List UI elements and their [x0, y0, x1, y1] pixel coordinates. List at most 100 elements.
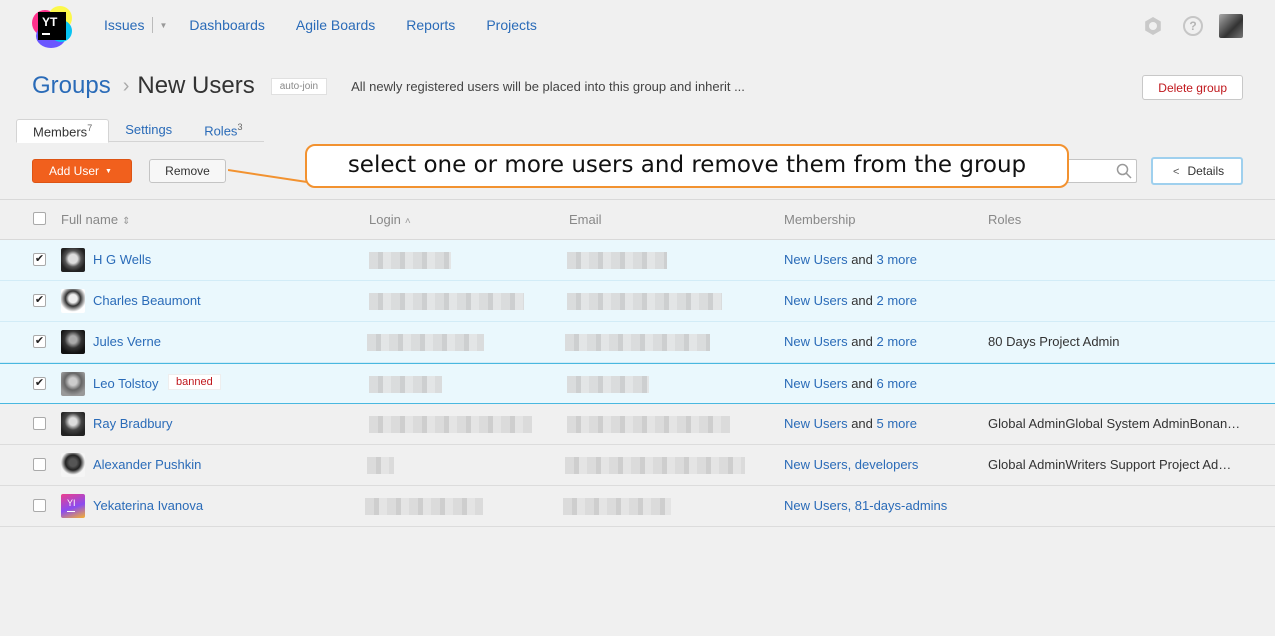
membership-group-link[interactable]: New Users, 81-days-admins	[784, 498, 947, 513]
membership-group-link[interactable]: New Users	[784, 293, 848, 308]
membership-group-link[interactable]: New Users	[784, 252, 848, 267]
membership-more-link[interactable]: 3 more	[877, 252, 917, 267]
user-name-link[interactable]: Charles Beaumont	[93, 293, 201, 308]
column-login[interactable]: Login ˄	[369, 212, 411, 227]
table-row[interactable]: Ray Bradbury New Users and 5 more Global…	[0, 404, 1275, 445]
avatar	[61, 372, 85, 396]
row-checkbox[interactable]	[33, 499, 46, 512]
help-icon[interactable]: ?	[1183, 16, 1203, 36]
chevron-down-icon[interactable]: ▼	[159, 21, 167, 30]
delete-group-button[interactable]: Delete group	[1142, 75, 1243, 100]
user-avatar[interactable]	[1219, 14, 1243, 38]
membership-group-link[interactable]: New Users	[784, 376, 848, 391]
row-checkbox[interactable]	[33, 458, 46, 471]
sort-ascending-icon: ˄	[404, 216, 411, 227]
row-checkbox[interactable]: ✔	[33, 294, 46, 307]
chevron-left-icon: <	[1173, 166, 1180, 178]
sort-icon: ⇕	[122, 216, 131, 227]
banned-badge: banned	[168, 374, 221, 390]
details-button[interactable]: < Details	[1151, 157, 1243, 185]
membership-group-link[interactable]: New Users, developers	[784, 457, 918, 472]
redacted-email	[567, 376, 649, 393]
membership-and: and	[847, 252, 877, 267]
redacted-login	[369, 376, 442, 393]
user-name-link[interactable]: Leo Tolstoy	[93, 376, 159, 391]
nav-agile-boards[interactable]: Agile Boards	[296, 17, 375, 33]
membership-group-link[interactable]: New Users	[784, 334, 848, 349]
redacted-email	[565, 334, 710, 351]
nav-projects[interactable]: Projects	[486, 17, 537, 33]
redacted-login	[367, 457, 394, 474]
membership-and: and	[847, 293, 877, 308]
page-header: Groups › New Users auto-join All newly r…	[32, 72, 745, 100]
search-icon[interactable]	[1116, 163, 1132, 179]
callout-pointer	[228, 169, 308, 183]
user-name-link[interactable]: Yekaterina Ivanova	[93, 498, 203, 513]
table-row[interactable]: YI Yekaterina Ivanova New Users, 81-days…	[0, 486, 1275, 527]
avatar	[61, 412, 85, 436]
tab-members[interactable]: Members7	[16, 119, 110, 143]
table-row[interactable]: ✔ Jules Verne New Users and 2 more 80 Da…	[0, 322, 1275, 363]
tab-settings-label: Settings	[125, 122, 173, 137]
membership-cell: New Users, developers	[784, 457, 918, 472]
breadcrumb-groups[interactable]: Groups	[32, 72, 111, 100]
avatar	[61, 453, 85, 477]
nav-dashboards[interactable]: Dashboards	[189, 17, 265, 33]
youtrack-logo[interactable]: YT	[32, 6, 72, 48]
membership-more-link[interactable]: 6 more	[877, 376, 917, 391]
column-full-name[interactable]: Full name ⇕	[61, 212, 130, 227]
redacted-email	[567, 252, 667, 269]
redacted-email	[567, 416, 730, 433]
row-checkbox[interactable]: ✔	[33, 377, 46, 390]
table-row[interactable]: ✔ Leo Tolstoy banned New Users and 6 mor…	[0, 363, 1275, 404]
redacted-email	[567, 293, 722, 310]
user-name-link[interactable]: Ray Bradbury	[93, 416, 172, 431]
redacted-login	[369, 252, 451, 269]
column-full-name-label: Full name	[61, 212, 119, 227]
membership-cell: New Users and 2 more	[784, 334, 917, 349]
redacted-email	[563, 498, 671, 515]
column-email[interactable]: Email	[569, 212, 602, 227]
tab-roles-count: 3	[237, 122, 243, 132]
remove-button[interactable]: Remove	[149, 159, 226, 183]
row-checkbox[interactable]: ✔	[33, 335, 46, 348]
chevron-down-icon: ▼	[105, 168, 112, 175]
tab-bar: Members7 Settings Roles3	[16, 119, 264, 143]
membership-group-link[interactable]: New Users	[784, 416, 848, 431]
avatar	[61, 330, 85, 354]
group-description: All newly registered users will be place…	[351, 78, 745, 94]
membership-more-link[interactable]: 2 more	[877, 293, 917, 308]
redacted-email	[565, 457, 745, 474]
column-login-label: Login	[369, 212, 401, 227]
table-row[interactable]: ✔ Charles Beaumont New Users and 2 more	[0, 281, 1275, 322]
tab-roles[interactable]: Roles3	[188, 119, 258, 142]
avatar	[61, 289, 85, 313]
row-checkbox[interactable]	[33, 417, 46, 430]
membership-cell: New Users and 2 more	[784, 293, 917, 308]
user-name-link[interactable]: Alexander Pushkin	[93, 457, 201, 472]
user-name-link[interactable]: Jules Verne	[93, 334, 161, 349]
page-title: New Users	[137, 72, 255, 99]
avatar: YI	[61, 494, 85, 518]
membership-more-link[interactable]: 2 more	[877, 334, 917, 349]
membership-and: and	[847, 334, 877, 349]
top-right-icons: ?	[1143, 14, 1243, 38]
gear-icon[interactable]	[1143, 16, 1163, 36]
membership-cell: New Users, 81-days-admins	[784, 498, 947, 513]
user-name-link[interactable]: H G Wells	[93, 252, 151, 267]
tab-settings[interactable]: Settings	[109, 119, 188, 142]
table-row[interactable]: Alexander Pushkin New Users, developers …	[0, 445, 1275, 486]
column-membership: Membership	[784, 212, 856, 227]
select-all-checkbox[interactable]	[33, 212, 46, 225]
nav-issues[interactable]: Issues	[104, 17, 144, 33]
add-user-label: Add User	[49, 164, 100, 178]
logo-text: YT	[42, 15, 58, 29]
membership-more-link[interactable]: 5 more	[877, 416, 917, 431]
redacted-login	[369, 293, 524, 310]
table-row[interactable]: ✔ H G Wells New Users and 3 more	[0, 240, 1275, 281]
nav-reports[interactable]: Reports	[406, 17, 455, 33]
roles-cell: Global AdminGlobal System AdminBonan…	[988, 416, 1241, 431]
row-checkbox[interactable]: ✔	[33, 253, 46, 266]
add-user-button[interactable]: Add User ▼	[32, 159, 132, 183]
details-label: Details	[1187, 164, 1225, 178]
